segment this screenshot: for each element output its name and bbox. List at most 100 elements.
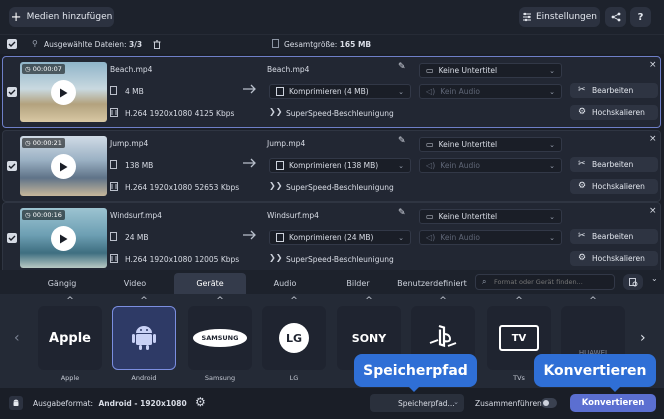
android-small-icon — [9, 396, 23, 410]
remove-file-icon[interactable]: × — [649, 206, 657, 216]
device-label: Android — [131, 374, 157, 382]
compress-dropdown[interactable]: Komprimieren (4 MB) ⌄ — [269, 84, 411, 99]
file-checkbox[interactable] — [7, 161, 17, 171]
play-button[interactable] — [51, 80, 76, 105]
device-expand-icon[interactable]: ^ — [188, 296, 252, 306]
search-input[interactable] — [494, 276, 612, 288]
duration-text: 00:00:07 — [32, 65, 62, 73]
video-thumbnail[interactable]: ◷ 00:00:07 — [20, 62, 107, 122]
device-expand-icon[interactable]: ^ — [262, 296, 326, 306]
help-button[interactable]: ? — [630, 7, 651, 27]
upscale-button[interactable]: ⚙ Hochskalieren — [570, 179, 658, 194]
audio-dropdown[interactable]: ◁) Kein Audio ⌄ — [419, 158, 562, 173]
play-button[interactable] — [51, 226, 76, 251]
edit-label: Bearbeiten — [592, 232, 634, 241]
device-card[interactable]: SAMSUNG — [188, 306, 252, 370]
device-card[interactable]: Apple — [38, 306, 102, 370]
output-settings-gear-icon[interactable]: ⚙ — [195, 395, 206, 409]
superspeed-label: SuperSpeed-Beschleunigung — [286, 109, 394, 118]
compress-dropdown[interactable]: Komprimieren (24 MB) ⌄ — [269, 230, 411, 245]
device-logo: SONY — [351, 331, 387, 345]
edit-button[interactable]: ✂ Bearbeiten — [570, 229, 658, 244]
tab-geraete[interactable]: Geräte — [174, 273, 246, 294]
play-button[interactable] — [51, 154, 76, 179]
device-card[interactable] — [112, 306, 176, 370]
tab-gaengig[interactable]: Gängig — [28, 273, 96, 294]
tab-benutzerdefiniert[interactable]: Benutzerdefiniert — [396, 273, 468, 294]
check-icon — [8, 89, 16, 95]
subtitles-dropdown[interactable]: ▭ Keine Untertitel ⌄ — [419, 137, 562, 152]
format-search[interactable]: ⌕ — [475, 274, 615, 290]
file-row[interactable]: ◷ 00:00:21 Jump.mp4 138 MB H.264 1920x10… — [2, 130, 661, 202]
duration-badge: ◷ 00:00:21 — [22, 138, 65, 148]
select-all-checkbox[interactable] — [7, 39, 17, 49]
add-media-button[interactable]: + Medien hinzufügen — [9, 7, 114, 27]
tab-video[interactable]: Video — [100, 273, 170, 294]
convert-arrow-icon — [242, 83, 260, 97]
audio-dropdown[interactable]: ◁) Kein Audio ⌄ — [419, 230, 562, 245]
device-expand-icon[interactable]: ^ — [561, 296, 625, 306]
subtitles-dropdown[interactable]: ▭ Keine Untertitel ⌄ — [419, 209, 562, 224]
merge-toggle[interactable] — [541, 398, 557, 408]
remove-file-icon[interactable]: × — [649, 60, 657, 70]
trash-icon[interactable] — [150, 37, 164, 51]
file-size: 24 MB — [125, 233, 149, 242]
upscale-button[interactable]: ⚙ Hochskalieren — [570, 251, 658, 266]
subtitles-label: Keine Untertitel — [438, 140, 498, 149]
chevron-down-icon: ⌄ — [549, 141, 555, 149]
video-thumbnail[interactable]: ◷ 00:00:16 — [20, 208, 107, 268]
subtitles-icon: ▭ — [426, 66, 434, 75]
file-row[interactable]: ◷ 00:00:07 Beach.mp4 4 MB H.264 1920x108… — [2, 56, 661, 128]
share-button[interactable] — [605, 7, 626, 27]
subtitles-label: Keine Untertitel — [438, 66, 498, 75]
file-row[interactable]: ◷ 00:00:16 Windsurf.mp4 24 MB H.264 1920… — [2, 202, 661, 274]
subtitles-dropdown[interactable]: ▭ Keine Untertitel ⌄ — [419, 63, 562, 78]
audio-dropdown[interactable]: ◁) Kein Audio ⌄ — [419, 84, 562, 99]
prev-arrow-icon[interactable]: ‹ — [14, 330, 20, 346]
rename-pencil-icon[interactable]: ✎ — [398, 208, 406, 218]
chevron-down-icon: ⌄ — [549, 88, 555, 96]
edit-label: Bearbeiten — [592, 160, 634, 169]
device-expand-icon[interactable]: ^ — [38, 296, 102, 306]
next-arrow-icon[interactable]: › — [640, 330, 646, 346]
codec-info: H.264 1920x1080 12005 Kbps — [125, 255, 240, 264]
file-checkbox[interactable] — [7, 233, 17, 243]
rename-pencil-icon[interactable]: ✎ — [398, 136, 406, 146]
convert-button[interactable]: Konvertieren — [570, 394, 656, 412]
rename-pencil-icon[interactable]: ✎ — [398, 62, 406, 72]
tab-bilder[interactable]: Bilder — [324, 273, 392, 294]
settings-button[interactable]: Einstellungen — [519, 7, 600, 27]
format-info-button[interactable] — [623, 274, 643, 290]
save-path-dropdown[interactable]: Speicherpfad... ⌄ — [370, 394, 464, 412]
file-checkbox[interactable] — [7, 87, 17, 97]
collapse-chevron-icon[interactable]: ⌄ — [651, 274, 658, 283]
save-path-tooltip: Speicherpfad — [354, 354, 477, 387]
add-media-label: Medien hinzufügen — [26, 12, 113, 22]
device-card[interactable]: LG — [262, 306, 326, 370]
compress-icon — [276, 87, 284, 96]
device-expand-icon[interactable]: ^ — [337, 296, 401, 306]
chevron-down-icon: ⌄ — [453, 398, 459, 406]
device-expand-icon[interactable]: ^ — [487, 296, 551, 306]
android-logo-icon — [131, 323, 157, 353]
tab-audio[interactable]: Audio — [250, 273, 320, 294]
device-expand-icon[interactable]: ^ — [411, 296, 475, 306]
edit-button[interactable]: ✂ Bearbeiten — [570, 83, 658, 98]
file-size: 138 MB — [125, 161, 154, 170]
codec-info: H.264 1920x1080 52653 Kbps — [125, 183, 240, 192]
upscale-button[interactable]: ⚙ Hochskalieren — [570, 105, 658, 120]
codec-icon — [110, 182, 118, 193]
total-size: Gesamtgröße: 165 MB — [284, 40, 371, 49]
file-size-icon — [110, 232, 117, 243]
check-icon — [8, 235, 16, 241]
compress-dropdown[interactable]: Komprimieren (138 MB) ⌄ — [269, 158, 411, 173]
codec-icon — [110, 254, 118, 265]
device-expand-icon[interactable]: ^ — [112, 296, 176, 306]
remove-file-icon[interactable]: × — [649, 134, 657, 144]
share-icon — [611, 12, 620, 22]
video-thumbnail[interactable]: ◷ 00:00:21 — [20, 136, 107, 196]
speaker-icon: ◁) — [426, 161, 436, 170]
edit-button[interactable]: ✂ Bearbeiten — [570, 157, 658, 172]
format-tabs: Gängig Video Geräte Audio Bilder Benutze… — [0, 270, 664, 294]
selected-files-count: 3/3 — [128, 40, 143, 49]
